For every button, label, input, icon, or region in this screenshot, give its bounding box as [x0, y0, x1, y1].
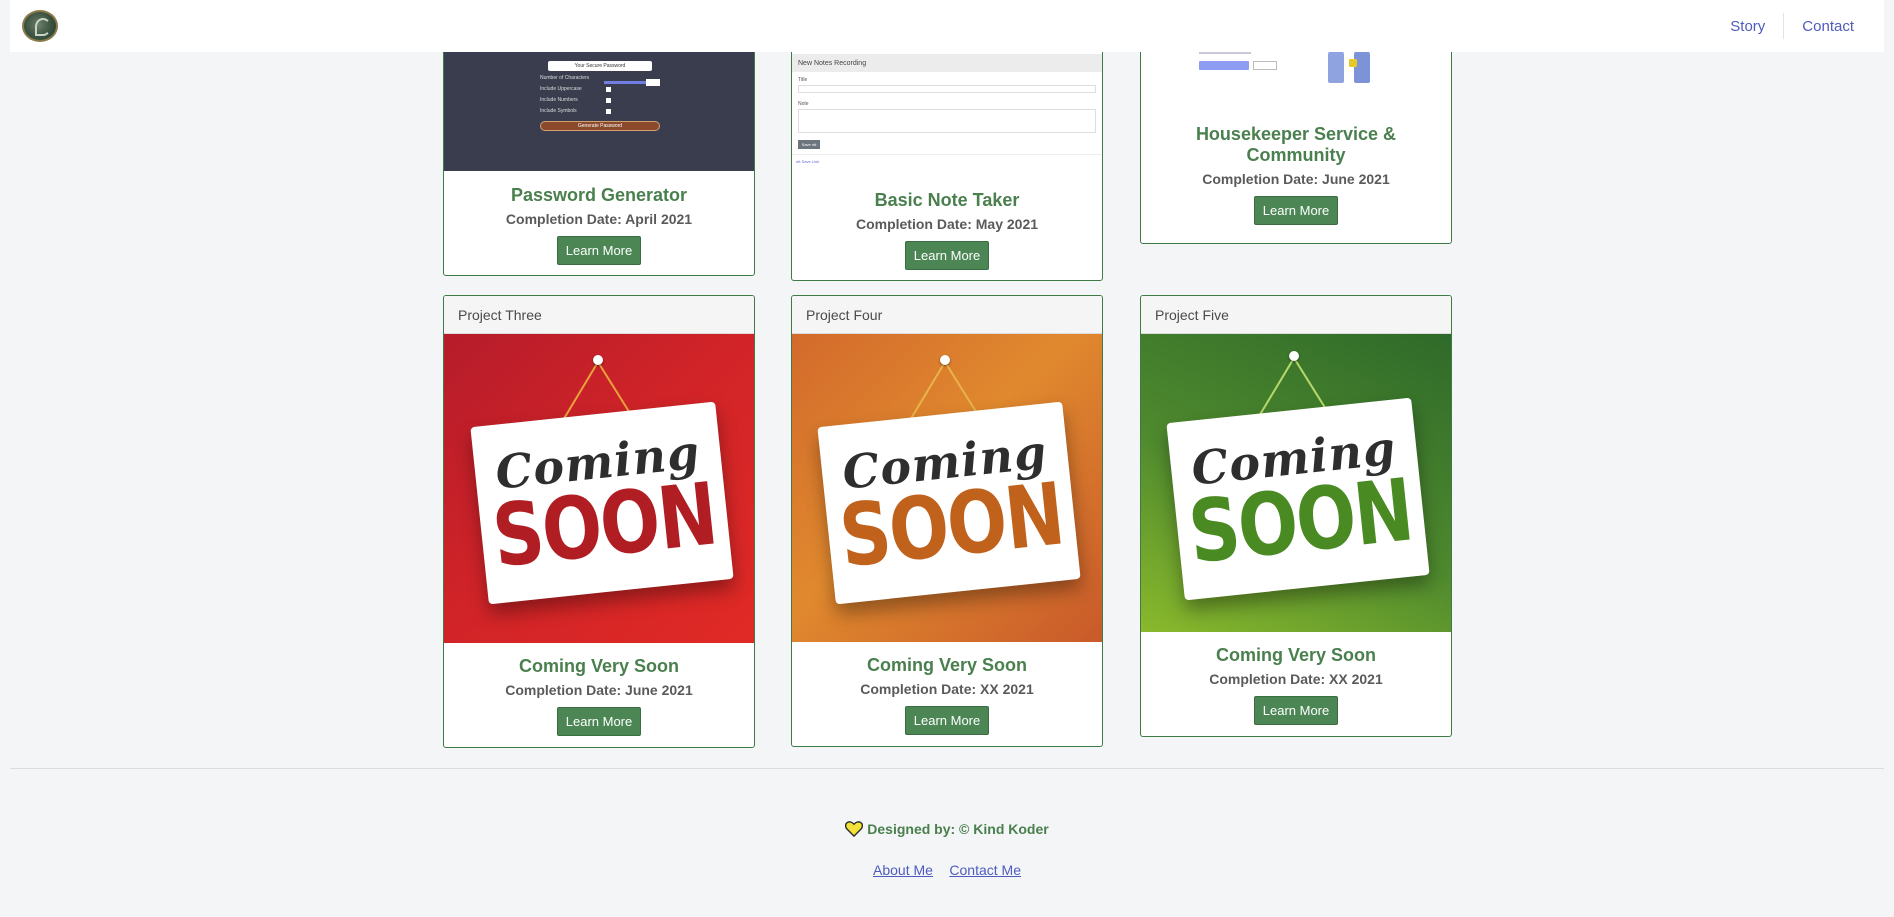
thumb-slider	[604, 81, 648, 84]
footer-credit-text: Designed by: © Kind Koder	[867, 821, 1049, 837]
card-body: Housekeeper Service & Community Completi…	[1141, 118, 1451, 225]
card-header: Project Five	[1141, 296, 1451, 334]
thumb-label: Note	[798, 101, 809, 107]
sign-soon-text: SOON	[835, 464, 1068, 588]
illustration-person	[1328, 49, 1344, 83]
coming-soon-sign: Coming SOON	[1166, 397, 1430, 601]
coming-soon-art: Coming SOON	[792, 334, 1102, 642]
thumb-title-input	[798, 85, 1096, 93]
coming-soon-art: Coming SOON	[444, 334, 754, 643]
card-body: Basic Note Taker Completion Date: May 20…	[792, 171, 1102, 270]
illustration-bucket	[1349, 59, 1357, 67]
thumb-save-button: Save ntt	[798, 140, 820, 149]
completion-date: Completion Date: April 2021	[505, 211, 693, 227]
thumb-text-line	[1199, 52, 1251, 54]
thumb-checkbox	[606, 98, 611, 103]
card-title: Housekeeper Service & Community	[1195, 124, 1397, 165]
coming-soon-image: Coming SOON	[792, 334, 1102, 642]
thumb-row: Include Symbols	[540, 108, 577, 114]
nav-link-contact[interactable]: Contact	[1784, 18, 1872, 35]
coming-soon-image: Coming SOON	[1141, 334, 1451, 632]
thumb-row: Include Numbers	[540, 97, 578, 103]
project-card-four: Project Four Coming SOON Coming Very Soo…	[791, 295, 1103, 747]
nail-icon	[593, 355, 603, 365]
nav-link-story[interactable]: Story	[1712, 18, 1783, 35]
thumb-titlebar: New Notes Recording	[792, 54, 1102, 72]
nail-icon	[940, 355, 950, 365]
footer-link-about[interactable]: About Me	[873, 862, 933, 878]
card-title: Basic Note Taker	[874, 190, 1020, 210]
sign-soon-text: SOON	[1184, 460, 1417, 584]
nav-links: Story Contact	[1712, 13, 1872, 39]
learn-more-button[interactable]: Learn More	[904, 706, 990, 735]
learn-more-button[interactable]: Learn More	[1253, 196, 1339, 225]
thumb-button	[1253, 61, 1277, 70]
project-card-five: Project Five Coming SOON Coming Very Soo…	[1140, 295, 1452, 737]
thumb-button	[1199, 61, 1249, 70]
thumb-row: Number of Characters	[540, 75, 590, 81]
project-card-three: Project Three Coming SOON Coming Very So…	[443, 295, 755, 748]
heart-icon	[845, 821, 864, 837]
learn-more-button[interactable]: Learn More	[904, 241, 990, 270]
card-body: Coming Very Soon Completion Date: June 2…	[444, 643, 754, 736]
thumb-link: ntt Save Link	[796, 159, 820, 164]
thumb-label: Title	[798, 77, 808, 83]
card-header: Project Four	[792, 296, 1102, 334]
footer-links: About Me Contact Me	[0, 862, 1894, 880]
thumb-number	[646, 79, 660, 86]
thumb-checkbox	[606, 87, 611, 92]
learn-more-button[interactable]: Learn More	[1253, 696, 1339, 725]
navbar: Story Contact	[10, 0, 1884, 52]
card-body: Coming Very Soon Completion Date: XX 202…	[1141, 632, 1451, 725]
footer-divider	[10, 768, 1884, 769]
card-body: Password Generator Completion Date: Apri…	[444, 171, 754, 265]
coming-soon-sign: Coming SOON	[470, 401, 734, 605]
card-body: Coming Very Soon Completion Date: XX 202…	[792, 642, 1102, 735]
footer-credit: Designed by: © Kind Koder	[0, 821, 1894, 837]
card-title: Coming Very Soon	[518, 656, 680, 676]
thumb-divider	[792, 154, 1102, 155]
completion-date: Completion Date: XX 2021	[1209, 671, 1383, 687]
card-title: Coming Very Soon	[866, 655, 1028, 675]
card-title: Password Generator	[510, 185, 688, 205]
learn-more-button[interactable]: Learn More	[556, 707, 642, 736]
password-box: Your Secure Password	[548, 61, 652, 71]
coming-soon-art: Coming SOON	[1141, 334, 1451, 632]
completion-date: Completion Date: XX 2021	[860, 681, 1034, 697]
completion-date: Completion Date: June 2021	[505, 682, 693, 698]
nail-icon	[1289, 351, 1299, 361]
logo-icon[interactable]	[22, 10, 58, 42]
card-title: Coming Very Soon	[1215, 645, 1377, 665]
footer-link-contact[interactable]: Contact Me	[949, 862, 1021, 878]
coming-soon-sign: Coming SOON	[817, 401, 1081, 605]
thumb-generate-button: Generate Password	[540, 121, 660, 131]
thumb-note-input	[798, 109, 1096, 133]
learn-more-button[interactable]: Learn More	[556, 236, 642, 265]
thumb-row: Include Uppercase	[540, 86, 582, 92]
thumb-checkbox	[606, 109, 611, 114]
completion-date: Completion Date: June 2021	[1202, 171, 1390, 187]
card-header: Project Three	[444, 296, 754, 334]
completion-date: Completion Date: May 2021	[855, 216, 1039, 232]
sign-soon-text: SOON	[488, 464, 721, 588]
coming-soon-image: Coming SOON	[444, 334, 754, 643]
